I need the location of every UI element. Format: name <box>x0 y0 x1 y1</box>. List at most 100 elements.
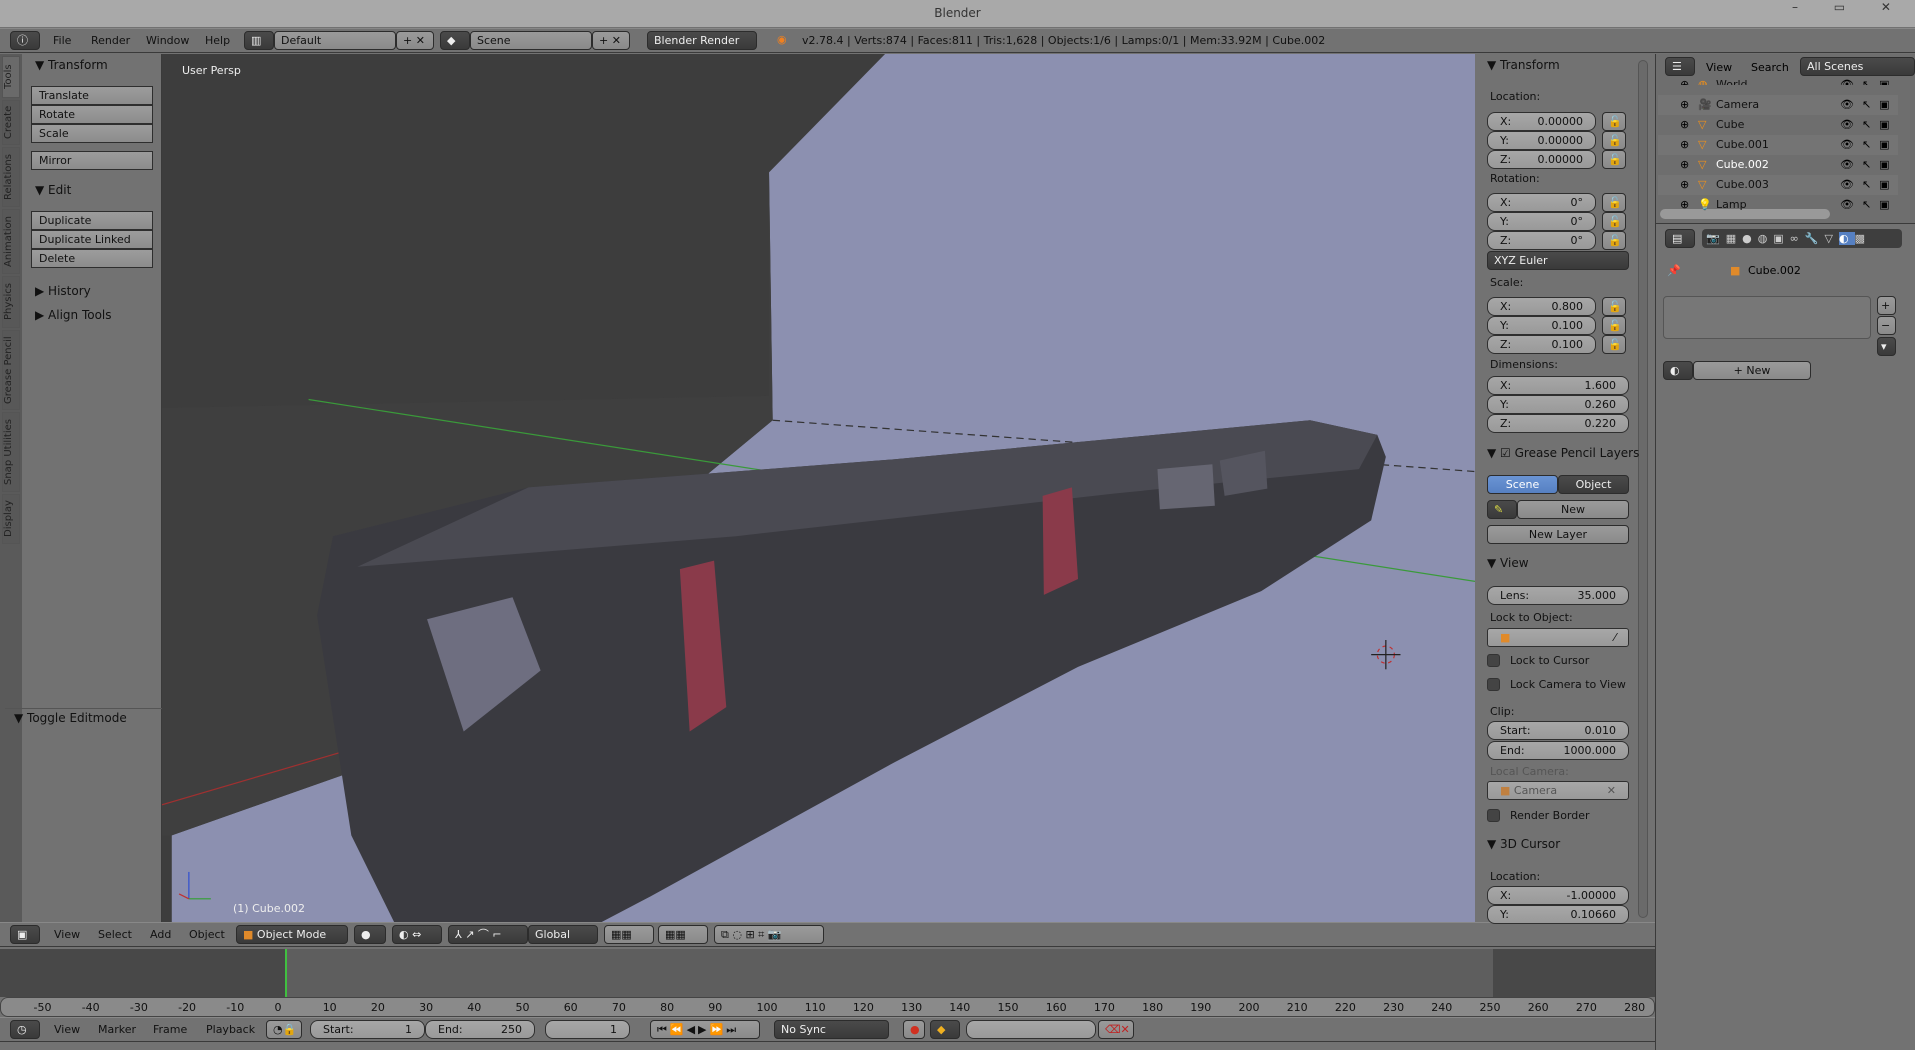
layers-grid[interactable]: ▦▦ <box>604 925 654 944</box>
tab-snap-utilities[interactable]: Snap Utilities <box>2 412 20 492</box>
menu-playback[interactable]: Playback <box>206 1023 255 1036</box>
editor-type-info-icon[interactable]: ⓘ <box>10 31 40 50</box>
scene-add-remove[interactable]: + ✕ <box>592 31 630 50</box>
tab-animation[interactable]: Animation <box>2 209 20 274</box>
scale-y-field[interactable]: Y: 0.100 <box>1487 316 1596 335</box>
layout-icon[interactable]: ▥ <box>244 31 274 50</box>
tab-physics[interactable]: Physics <box>2 276 20 328</box>
menu-marker[interactable]: Marker <box>98 1023 136 1036</box>
local-camera-field[interactable]: ■ Camera ✕ <box>1487 781 1629 800</box>
orientation-select[interactable]: Global <box>528 925 598 944</box>
tab-relations[interactable]: Relations <box>2 147 20 207</box>
menu-render[interactable]: Render <box>91 34 130 47</box>
location-z-field[interactable]: Z: 0.00000 <box>1487 150 1596 169</box>
visibility-select-render-icons[interactable]: 👁↖▣ <box>1840 115 1898 135</box>
npanel-scrollbar[interactable] <box>1638 60 1648 918</box>
outliner-item[interactable]: ⊕ ▽ Cube.002 👁↖▣ <box>1658 155 1898 175</box>
outliner-item[interactable]: ⊕ 🎥 Camera 👁↖▣ <box>1658 95 1898 115</box>
lock-icon[interactable]: 🔓 <box>1602 150 1626 169</box>
visibility-select-render-icons[interactable]: 👁↖▣ <box>1840 135 1898 155</box>
location-y-field[interactable]: Y: 0.00000 <box>1487 131 1596 150</box>
panel-transform-header[interactable]: ▼ Transform <box>35 58 108 72</box>
lock-camera-to-view-checkbox[interactable] <box>1487 678 1500 691</box>
panel-edit-header[interactable]: ▼ Edit <box>35 183 71 197</box>
outliner-filter-select[interactable]: All Scenes <box>1800 57 1915 76</box>
tab-display[interactable]: Display <box>2 494 20 544</box>
timeline-area[interactable] <box>0 949 1655 997</box>
outliner-item[interactable]: ⊕ ▽ Cube.001 👁↖▣ <box>1658 135 1898 155</box>
outliner-menu-search[interactable]: Search <box>1751 61 1789 74</box>
location-x-field[interactable]: X: 0.00000 <box>1487 112 1596 131</box>
render-engine-select[interactable]: Blender Render <box>647 31 757 50</box>
3d-viewport[interactable]: User Persp (1) Cube.002 <box>162 54 1475 922</box>
tab-tools[interactable]: Tools <box>2 56 20 98</box>
expand-icon[interactable]: ⊕ <box>1680 195 1689 215</box>
outliner-menu-view[interactable]: View <box>1706 61 1732 74</box>
menu-frame[interactable]: Frame <box>153 1023 187 1036</box>
panel-view-header[interactable]: ▼ View <box>1487 556 1529 570</box>
duplicate-linked-button[interactable]: Duplicate Linked <box>31 230 153 249</box>
playback-controls[interactable]: ⏮⏪◀▶⏩⏭ <box>650 1020 760 1039</box>
lock-icon[interactable]: 🔓 <box>1602 112 1626 131</box>
dimension-x-field[interactable]: X: 1.600 <box>1487 376 1629 395</box>
lens-field[interactable]: Lens: 35.000 <box>1487 586 1629 605</box>
layout-select[interactable]: Default <box>274 31 396 50</box>
clip-start-field[interactable]: Start: 0.010 <box>1487 721 1629 740</box>
gp-new-layer-button[interactable]: New Layer <box>1487 525 1629 544</box>
cursor-x-field[interactable]: X: -1.00000 <box>1487 886 1629 905</box>
visibility-select-render-icons[interactable]: 👁↖▣ <box>1840 75 1898 85</box>
insert-delete-keyframe[interactable]: ⌫✕ <box>1098 1020 1134 1039</box>
manipulator-buttons[interactable]: ⅄ ↗ ⌒ ⌐ <box>448 925 528 944</box>
tab-grease-pencil[interactable]: Grease Pencil <box>2 330 20 410</box>
outliner-item[interactable]: ⊕ 💡 Lamp 👁↖▣ <box>1658 195 1898 215</box>
panel-transform-header[interactable]: ▼ Transform <box>1487 58 1560 72</box>
current-frame-indicator[interactable] <box>285 949 288 997</box>
menu-object[interactable]: Object <box>189 928 225 941</box>
dimension-z-field[interactable]: Z: 0.220 <box>1487 414 1629 433</box>
gp-scene-toggle[interactable]: Scene <box>1487 475 1558 494</box>
layers-grid[interactable]: ▦▦ <box>658 925 708 944</box>
lock-icon[interactable]: 🔓 <box>1602 131 1626 150</box>
menu-add[interactable]: Add <box>150 928 171 941</box>
editor-type-3dview-icon[interactable]: ▣ <box>10 925 40 944</box>
rotation-x-field[interactable]: X: 0° <box>1487 193 1596 212</box>
start-frame-field[interactable]: Start: 1 <box>310 1020 425 1039</box>
dimension-y-field[interactable]: Y: 0.260 <box>1487 395 1629 414</box>
scale-button[interactable]: Scale <box>31 124 153 143</box>
editor-type-timeline-icon[interactable]: ◷ <box>10 1020 40 1039</box>
lock-icon[interactable]: 🔓 <box>1602 231 1626 250</box>
keying-set-icon[interactable]: ◆ <box>930 1020 960 1039</box>
window-controls[interactable]: – ▭ ✕ <box>1792 0 1907 20</box>
tab-create[interactable]: Create <box>2 100 20 145</box>
gp-object-toggle[interactable]: Object <box>1558 475 1629 494</box>
menu-file[interactable]: File <box>53 34 71 47</box>
visibility-select-render-icons[interactable]: 👁↖▣ <box>1840 195 1898 215</box>
editor-type-outliner-icon[interactable]: ☰ <box>1665 57 1695 76</box>
mirror-button[interactable]: Mirror <box>31 151 153 170</box>
outliner-item[interactable]: ⊕ ▽ Cube.003 👁↖▣ <box>1658 175 1898 195</box>
render-border-checkbox[interactable] <box>1487 809 1500 822</box>
panel-align-tools-header[interactable]: ▶ Align Tools <box>35 308 112 322</box>
lock-icon[interactable]: 🔓 <box>1602 316 1626 335</box>
properties-context-tabs[interactable]: 📷▦●◍▣∞🔧▽◐▩ <box>1702 229 1902 248</box>
layout-add-remove[interactable]: + ✕ <box>396 31 434 50</box>
pivot-select[interactable]: ◐ ⇔ <box>392 925 442 944</box>
expand-icon[interactable]: ⊕ <box>1680 135 1689 155</box>
panel-3d-cursor-header[interactable]: ▼ 3D Cursor <box>1487 837 1560 851</box>
pin-icon[interactable]: 📌 <box>1667 264 1681 277</box>
scene-select[interactable]: Scene <box>470 31 592 50</box>
add-slot-button[interactable]: + <box>1877 296 1896 315</box>
panel-history-header[interactable]: ▶ History <box>35 284 91 298</box>
remove-slot-button[interactable]: − <box>1877 316 1896 335</box>
lock-icon[interactable]: 🔓 <box>1602 335 1626 354</box>
expand-icon[interactable]: ⊕ <box>1680 95 1689 115</box>
current-frame-field[interactable]: 1 <box>545 1020 630 1039</box>
visibility-select-render-icons[interactable]: 👁↖▣ <box>1840 95 1898 115</box>
record-button[interactable]: ● <box>903 1020 925 1039</box>
material-browse-icon[interactable]: ◐ <box>1663 361 1693 380</box>
delete-button[interactable]: Delete <box>31 249 153 268</box>
preview-range-toggle[interactable]: ◔🔒 <box>266 1020 302 1039</box>
lock-icon[interactable]: 🔓 <box>1602 212 1626 231</box>
rotation-z-field[interactable]: Z: 0° <box>1487 231 1596 250</box>
outliner-item[interactable]: ⊕ ▽ Cube 👁↖▣ <box>1658 115 1898 135</box>
